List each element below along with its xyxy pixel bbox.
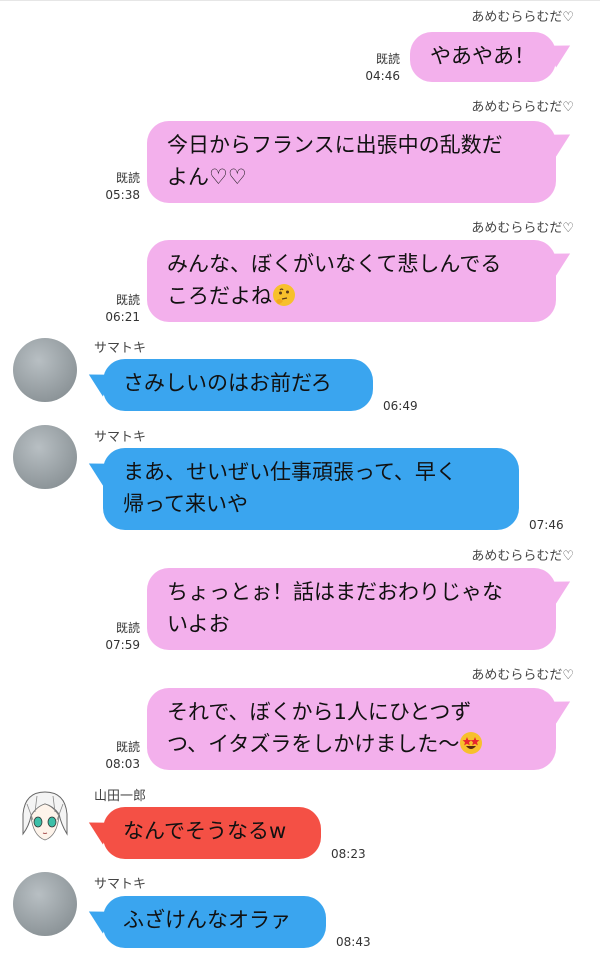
sender-name: サマトキ xyxy=(94,430,147,445)
sender-name: サマトキ xyxy=(94,877,147,892)
message-time: 08:03 xyxy=(105,757,140,771)
anime-character-avatar-icon xyxy=(13,784,77,848)
message-bubble[interactable]: ふざけんなオラァ xyxy=(82,896,326,948)
message-text-line: それで、ぼくから1人にひとつず xyxy=(167,700,472,724)
sender-name: あめむららむだ♡ xyxy=(471,10,574,25)
message-bubble[interactable]: それで、ぼくから1人にひとつず つ、イタズラをしかけました〜 xyxy=(147,688,577,770)
read-label: 既読 xyxy=(115,740,140,754)
read-receipt: 既読 05:38 xyxy=(94,170,140,204)
message-text: やあやあ！ xyxy=(430,44,535,68)
read-label: 既読 xyxy=(115,293,140,307)
message-time: 07:59 xyxy=(105,638,140,652)
read-label: 既読 xyxy=(375,52,400,66)
message-bubble[interactable]: さみしいのはお前だろ xyxy=(82,359,373,411)
message-text-line: いよお xyxy=(167,612,230,636)
message-time: 06:21 xyxy=(105,310,140,324)
avatar[interactable] xyxy=(13,784,77,848)
top-divider xyxy=(0,0,600,1)
message-text-line: つ、イタズラをしかけました〜 xyxy=(167,732,460,756)
avatar[interactable] xyxy=(13,338,77,402)
message-bubble[interactable]: なんでそうなるw xyxy=(82,807,321,859)
sender-name: サマトキ xyxy=(94,341,147,356)
read-label: 既読 xyxy=(115,621,140,635)
message-text-line: ちょっとぉ！話はまだおわりじゃな xyxy=(167,580,503,604)
bubble-tail xyxy=(82,454,114,486)
bubble-tail xyxy=(545,244,577,276)
message-bubble[interactable]: やあやあ！ xyxy=(410,32,577,82)
bubble-tail xyxy=(545,125,577,157)
avatar[interactable] xyxy=(13,425,77,489)
message-time: 04:46 xyxy=(365,69,400,83)
message-time: 08:43 xyxy=(336,935,371,949)
bubble-tail xyxy=(545,572,577,604)
read-receipt: 既読 07:59 xyxy=(94,620,140,654)
message-bubble[interactable]: 今日からフランスに出張中の乱数だ よん♡♡ xyxy=(147,121,577,203)
message-time: 08:23 xyxy=(331,847,366,861)
read-label: 既読 xyxy=(115,171,140,185)
sender-name: あめむららむだ♡ xyxy=(471,549,574,564)
sender-name: あめむららむだ♡ xyxy=(471,221,574,236)
message-bubble[interactable]: みんな、ぼくがいなくて悲しんでる ころだよね xyxy=(147,240,577,322)
thinking-face-icon xyxy=(273,284,295,306)
avatar[interactable] xyxy=(13,872,77,936)
star-struck-face-icon xyxy=(460,732,483,754)
message-text: さみしいのはお前だろ xyxy=(123,371,332,395)
bubble-tail xyxy=(545,692,577,724)
bubble-tail xyxy=(82,365,114,397)
message-text: ふざけんなオラァ xyxy=(123,908,291,932)
read-receipt: 既読 04:46 xyxy=(354,51,400,85)
bubble-tail xyxy=(545,36,577,68)
message-text-line: ころだよね xyxy=(167,284,272,308)
message-text-line: みんな、ぼくがいなくて悲しんでる xyxy=(167,252,502,276)
message-bubble[interactable]: まあ、せいぜい仕事頑張って、早く 帰って来いや xyxy=(82,448,519,530)
bubble-tail xyxy=(82,813,114,845)
sender-name: 山田一郎 xyxy=(94,789,147,804)
bubble-tail xyxy=(82,902,114,934)
message-text-line: 今日からフランスに出張中の乱数だ xyxy=(167,133,503,157)
read-receipt: 既読 08:03 xyxy=(94,739,140,773)
message-time: 05:38 xyxy=(105,188,140,202)
sender-name: あめむららむだ♡ xyxy=(471,668,574,683)
message-bubble[interactable]: ちょっとぉ！話はまだおわりじゃな いよお xyxy=(147,568,577,650)
message-text-line: よん♡♡ xyxy=(167,165,247,189)
message-text-line: 帰って来いや xyxy=(123,492,248,516)
message-time: 07:46 xyxy=(529,518,564,532)
sender-name: あめむららむだ♡ xyxy=(471,100,574,115)
message-time: 06:49 xyxy=(383,399,418,413)
message-text-line: まあ、せいぜい仕事頑張って、早く xyxy=(123,460,457,484)
read-receipt: 既読 06:21 xyxy=(94,292,140,326)
message-text: なんでそうなるw xyxy=(123,819,287,843)
